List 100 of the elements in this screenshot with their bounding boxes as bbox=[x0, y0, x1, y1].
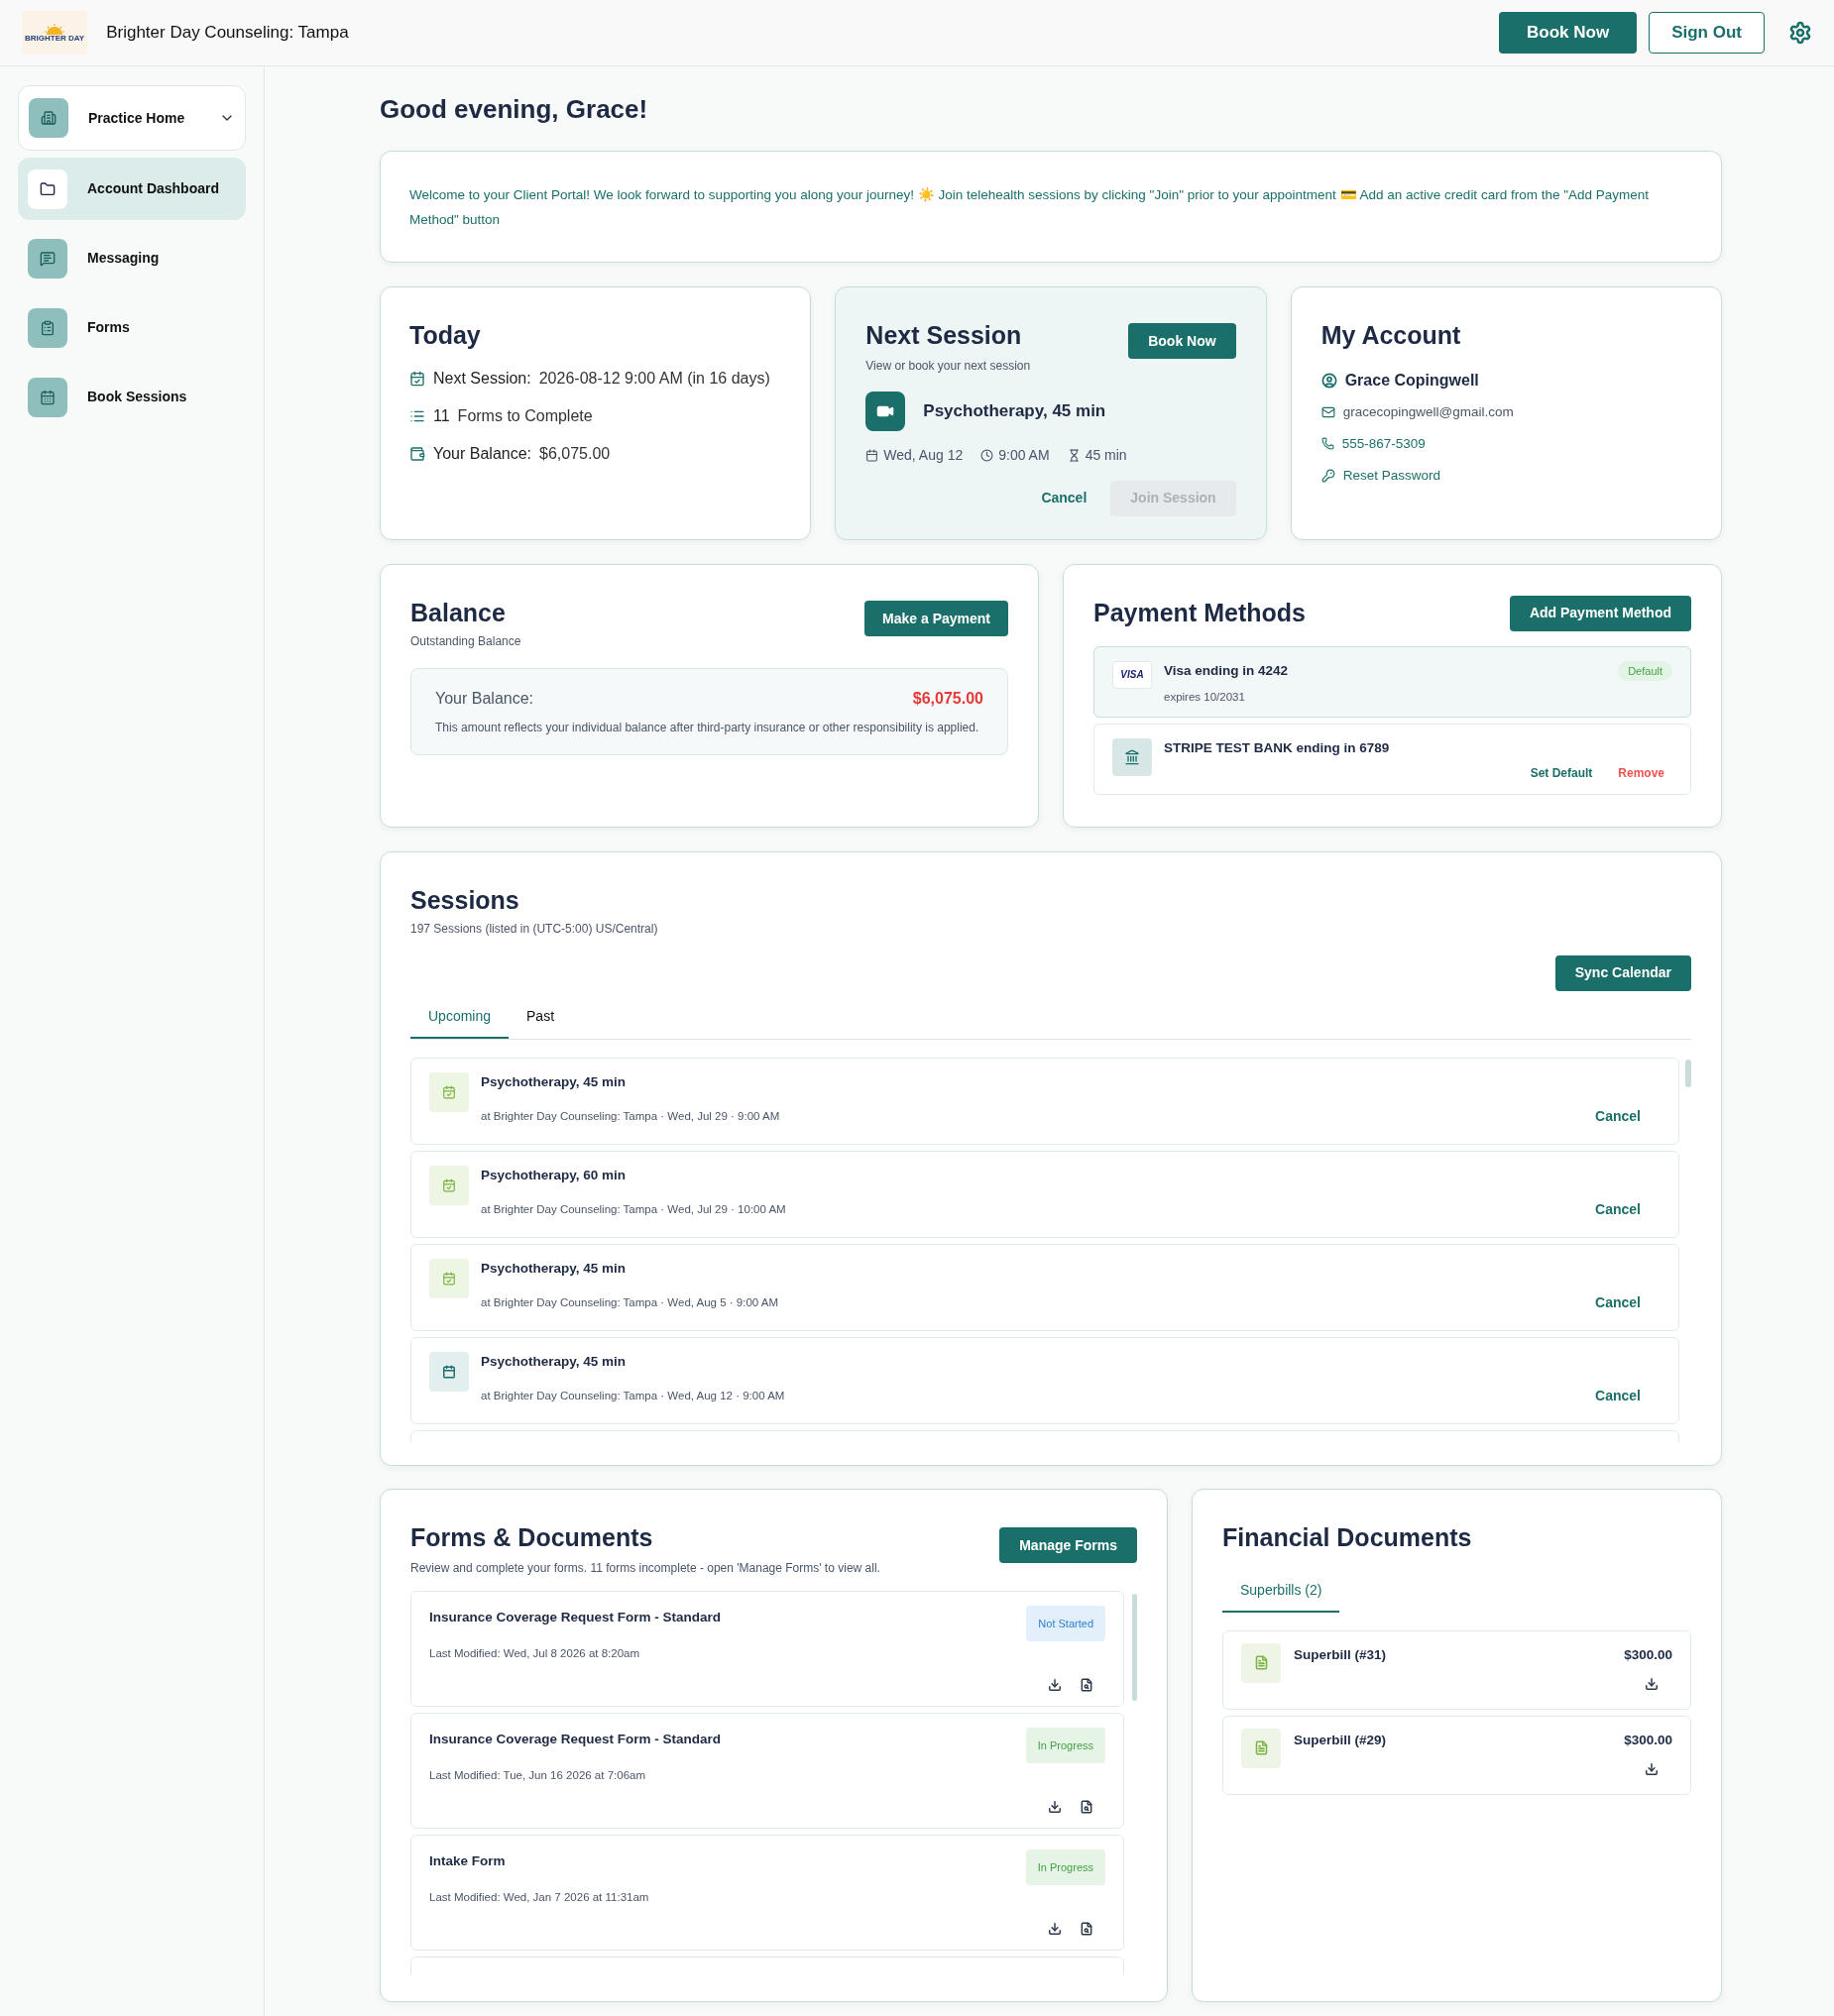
superbill-title: Superbill (#31) bbox=[1294, 1645, 1388, 1664]
sun-icon bbox=[44, 23, 66, 35]
session-title: Psychotherapy, 45 min bbox=[481, 1072, 628, 1091]
download-icon[interactable] bbox=[1645, 1761, 1659, 1776]
download-icon[interactable] bbox=[1048, 1921, 1062, 1936]
download-icon[interactable] bbox=[1048, 1677, 1062, 1692]
sidebar-item[interactable]: Practice Home bbox=[18, 85, 246, 151]
practice-title: Brighter Day Counseling: Tampa bbox=[106, 22, 349, 45]
scrollbar bbox=[1685, 1059, 1691, 1087]
mail-icon bbox=[1320, 404, 1335, 419]
sidebar-item[interactable]: Account Dashboard bbox=[18, 158, 246, 220]
sign-out-button[interactable]: Sign Out bbox=[1649, 12, 1765, 54]
payment-method-name: Visa ending in 4242 bbox=[1164, 661, 1289, 680]
superbill-title: Superbill (#29) bbox=[1294, 1731, 1388, 1749]
card-title: Next Session bbox=[865, 320, 1023, 351]
session-detail: at Brighter Day Counseling: Tampa · Wed, Jul 29 · 10:00 AM bbox=[481, 1201, 786, 1217]
cancel-link[interactable]: Cancel bbox=[1595, 1105, 1641, 1127]
welcome-message: Welcome to your Client Portal! We look forward to supporting you along your journey! ☀ Join telehealth sessions by clicking "Join" prior to your appointment 💳 Add an active credit card from the "Add Payment Method" button bbox=[409, 185, 1650, 229]
session-duration: 45 min bbox=[1085, 445, 1127, 465]
video-icon bbox=[865, 391, 906, 431]
calendar-check-icon bbox=[429, 1165, 469, 1205]
session-detail: at Brighter Day Counseling: Tampa · Wed, Jul 29 · 9:00 AM bbox=[481, 1108, 780, 1124]
sidebar-item-icon bbox=[28, 377, 67, 417]
status-badge: Not Started bbox=[1026, 1605, 1105, 1641]
superbill-amount: $300.00 bbox=[1624, 1731, 1672, 1749]
sidebar-item-icon bbox=[28, 307, 67, 348]
tab[interactable]: Past bbox=[509, 996, 573, 1039]
row-label: Your Balance: bbox=[433, 443, 532, 464]
book-now-button[interactable]: Book Now bbox=[1128, 323, 1236, 359]
calendar-check-icon bbox=[429, 1258, 469, 1298]
balance-note: This amount reflects your individual balance after third-party insurance or other responsibility is applied. bbox=[435, 719, 980, 736]
card-title: Sessions bbox=[410, 885, 520, 916]
calendar-icon bbox=[429, 1351, 469, 1392]
make-payment-button[interactable]: Make a Payment bbox=[864, 601, 1008, 636]
settings-icon[interactable] bbox=[1788, 21, 1812, 45]
sidebar-item-icon bbox=[28, 168, 67, 209]
last-modified: Last Modified: Wed, Jul 8 2026 at 8:20am bbox=[429, 1646, 641, 1661]
card-subtitle: View or book your next session bbox=[865, 357, 1031, 375]
session-detail: at Brighter Day Counseling: Tampa · Wed, Aug 5 · 9:00 AM bbox=[481, 1294, 778, 1310]
session-title: Psychotherapy, 60 min bbox=[481, 1166, 628, 1184]
file-search-icon[interactable] bbox=[1080, 1921, 1093, 1936]
key-icon bbox=[1320, 469, 1335, 484]
reset-password-link[interactable]: Reset Password bbox=[1342, 466, 1440, 487]
sidebar-item[interactable]: Book Sessions bbox=[18, 366, 246, 428]
set-default-link[interactable]: Set Default bbox=[1530, 763, 1593, 782]
manage-forms-button[interactable]: Manage Forms bbox=[999, 1527, 1137, 1563]
form-title: Insurance Coverage Request Form - Standard bbox=[429, 1608, 722, 1626]
balance-amount: $6,075.00 bbox=[912, 688, 983, 709]
status-badge: In Progress bbox=[1025, 1848, 1105, 1885]
cancel-link[interactable]: Cancel bbox=[1595, 1291, 1641, 1313]
payment-method-name: STRIPE TEST BANK ending in 6789 bbox=[1164, 738, 1390, 757]
sidebar-item[interactable]: Forms bbox=[18, 296, 246, 359]
row-icon bbox=[409, 445, 425, 462]
phone-icon bbox=[1320, 437, 1334, 451]
sidebar-item-icon bbox=[29, 98, 68, 138]
tab[interactable]: Superbills (2) bbox=[1222, 1570, 1340, 1613]
account-email: gracecopingwell@gmail.com bbox=[1342, 402, 1514, 421]
card-title: Balance bbox=[410, 598, 507, 628]
document-icon bbox=[1241, 1728, 1281, 1768]
phone-link[interactable]: 555-867-5309 bbox=[1341, 433, 1426, 454]
form-title: Intake Form bbox=[429, 1851, 506, 1870]
sync-calendar-button[interactable]: Sync Calendar bbox=[1554, 954, 1691, 991]
form-title: Insurance Coverage Request Form - Standard bbox=[429, 1730, 722, 1748]
tab[interactable]: Upcoming bbox=[410, 996, 510, 1039]
session-title: Psychotherapy, 45 min bbox=[481, 1259, 628, 1278]
superbill-amount: $300.00 bbox=[1624, 1645, 1672, 1664]
cancel-link[interactable]: Cancel bbox=[1041, 488, 1088, 508]
clock-icon bbox=[980, 448, 994, 462]
card-title: Today bbox=[409, 320, 482, 351]
download-icon[interactable] bbox=[1645, 1676, 1659, 1691]
document-icon bbox=[1241, 1642, 1281, 1683]
last-modified: Last Modified: Wed, Jan 7 2026 at 11:31am bbox=[429, 1890, 650, 1905]
file-search-icon[interactable] bbox=[1080, 1677, 1093, 1692]
calendar-check-icon bbox=[429, 1071, 469, 1112]
card-title: Financial Documents bbox=[1222, 1522, 1473, 1553]
hourglass-icon bbox=[1067, 448, 1081, 462]
row-value: Forms to Complete bbox=[457, 405, 593, 426]
add-payment-method-button[interactable]: Add Payment Method bbox=[1509, 595, 1691, 631]
row-icon bbox=[409, 370, 425, 387]
file-search-icon[interactable] bbox=[1080, 1799, 1093, 1814]
greeting: Good evening, Grace! bbox=[380, 93, 649, 126]
session-date: Wed, Aug 12 bbox=[883, 445, 964, 465]
session-detail: at Brighter Day Counseling: Tampa · Wed, Aug 12 · 9:00 AM bbox=[481, 1388, 785, 1403]
cancel-link[interactable]: Cancel bbox=[1595, 1385, 1641, 1406]
last-modified: Last Modified: Tue, Jun 16 2026 at 7:06am bbox=[429, 1768, 646, 1783]
book-now-button[interactable]: Book Now bbox=[1499, 12, 1638, 54]
remove-link[interactable]: Remove bbox=[1618, 763, 1664, 782]
bank-icon bbox=[1112, 737, 1152, 776]
default-badge: Default bbox=[1618, 660, 1672, 681]
cancel-link[interactable]: Cancel bbox=[1595, 1198, 1641, 1220]
balance-label: Your Balance: bbox=[435, 688, 534, 709]
sidebar-item[interactable]: Messaging bbox=[18, 227, 246, 289]
sidebar-item-icon bbox=[28, 238, 67, 279]
card-title: Forms & Documents bbox=[410, 1522, 654, 1553]
row-value: 2026-08-12 9:00 AM (in 16 days) bbox=[538, 368, 770, 389]
account-name: Grace Copingwell bbox=[1344, 370, 1479, 391]
card-subtitle: 197 Sessions (listed in (UTC-5:00) US/Central) bbox=[410, 920, 659, 938]
download-icon[interactable] bbox=[1048, 1799, 1062, 1814]
logo-text: BRIGHTER DAY bbox=[25, 34, 85, 43]
card-title: My Account bbox=[1320, 320, 1462, 351]
